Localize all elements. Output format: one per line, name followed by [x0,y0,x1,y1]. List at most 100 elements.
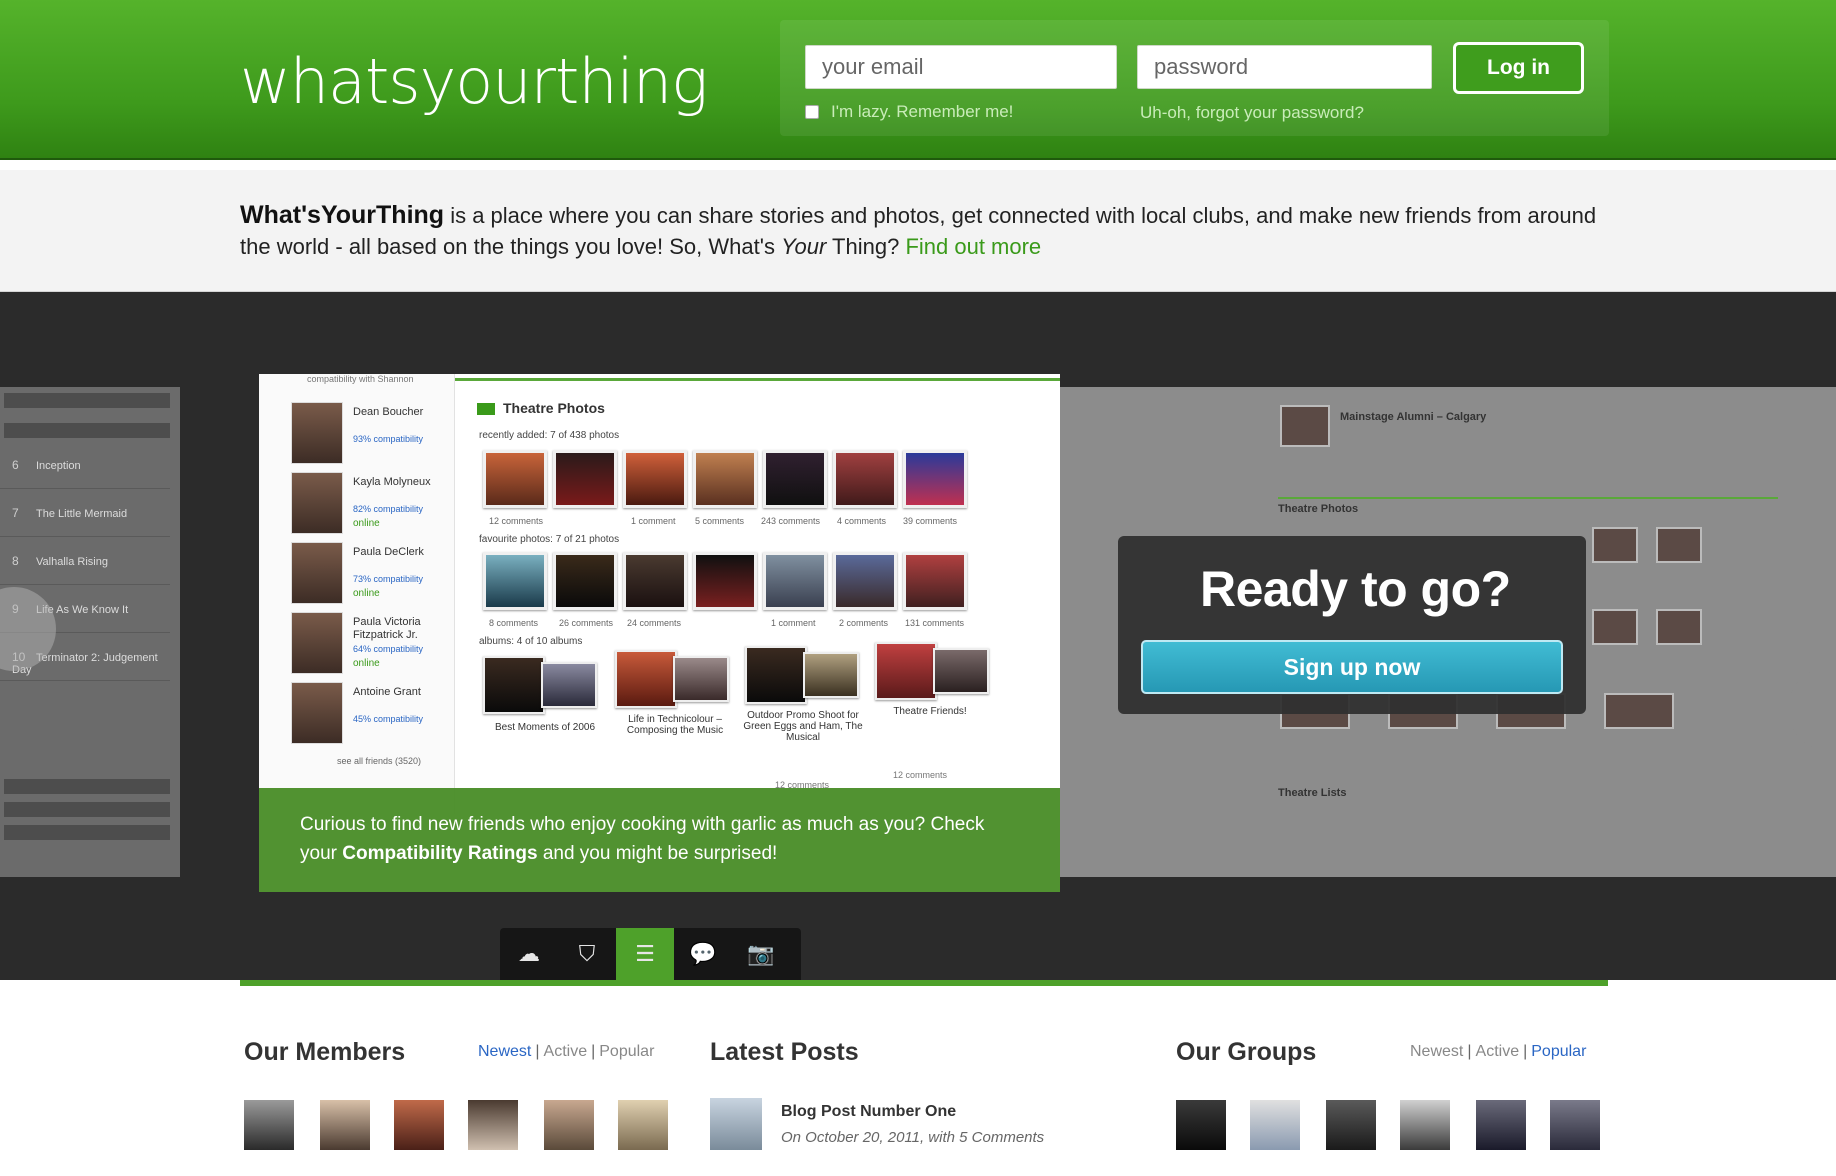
email-field[interactable]: your email [805,45,1117,89]
members-filter-active[interactable]: Active [544,1043,588,1060]
photo-caption: 4 comments [837,516,887,526]
member-avatar[interactable] [394,1100,444,1150]
photo-thumb[interactable] [623,450,687,508]
slide-caption: Curious to find new friends who enjoy co… [259,788,1060,892]
photo-thumb[interactable] [553,450,617,508]
photo-caption: 5 comments [695,516,745,526]
photo-thumb[interactable] [763,552,827,610]
photo-thumb[interactable] [623,552,687,610]
avatar [291,542,343,604]
photo-thumb[interactable] [483,450,547,508]
group-thumb[interactable] [1176,1100,1226,1150]
photo-thumb[interactable] [903,552,967,610]
post-title[interactable]: Blog Post Number One [781,1103,956,1121]
groups-filter-newest[interactable]: Newest [1410,1043,1463,1060]
forgot-password-link[interactable]: Uh-oh, forgot your password? [1140,103,1364,123]
sign-up-button[interactable]: Sign up now [1141,640,1563,694]
friend-item[interactable]: Paula DeClerk 73% compatibility online [291,542,451,610]
album-item[interactable] [875,642,995,700]
members-filter-popular[interactable]: Popular [599,1043,654,1060]
remember-checkbox[interactable] [805,105,819,119]
find-out-more-link[interactable]: Find out more [905,234,1041,259]
logo[interactable]: whatsyourthing [240,42,708,122]
photo-thumb[interactable] [833,450,897,508]
friend-compat: 45% compatibility [353,714,424,724]
bg-bar [4,802,170,817]
see-all-friends-link[interactable]: see all friends (3520) [337,756,421,766]
photo-thumb[interactable] [833,552,897,610]
camera-icon[interactable]: 📷 [732,928,790,980]
login-button[interactable]: Log in [1453,42,1584,94]
photo-thumb[interactable] [693,450,757,508]
member-avatar[interactable] [618,1100,668,1150]
intro-text-em: Your [781,234,827,259]
posts-title: Latest Posts [710,1038,859,1066]
shield-icon[interactable]: ⛉ [558,928,616,980]
photo-caption: 1 comment [631,516,676,526]
password-field[interactable]: password [1137,45,1432,89]
section-title: Theatre Photos [477,400,605,416]
friend-online: online [353,658,380,669]
intro-brand: What'sYourThing [240,201,445,229]
photo-thumb[interactable] [903,450,967,508]
photo-caption: 39 comments [903,516,958,526]
photo-caption: 243 comments [761,516,821,526]
album-photo [875,642,937,700]
caption-text: Curious to find new friends who enjoy co… [300,814,985,864]
photo-caption: 24 comments [627,618,682,628]
list-item: 6 Inception [0,442,170,489]
bg-lists-title: Theatre Lists [1278,787,1347,799]
albums-label: albums: 4 of 10 albums [479,636,583,647]
green-divider [240,980,1608,986]
friend-item[interactable]: Kayla Molyneux 82% compatibility online [291,472,451,540]
remember-me[interactable]: I'm lazy. Remember me! [805,102,1013,122]
album-item[interactable] [483,656,603,714]
groups-filter-active[interactable]: Active [1476,1043,1520,1060]
ready-to-go-panel: Ready to go? Sign up now [1118,536,1586,714]
section-divider [455,378,1060,381]
login-panel: your email password Log in I'm lazy. Rem… [780,20,1609,136]
album-photo [615,650,677,708]
list-icon[interactable]: ☰ [616,928,674,980]
intro-text: What'sYourThing is a place where you can… [240,200,1620,262]
friend-item[interactable]: Dean Boucher 93% compatibility [291,402,451,470]
photo-thumb[interactable] [553,552,617,610]
member-avatar[interactable] [244,1100,294,1150]
album-title: Best Moments of 2006 [494,722,596,733]
friend-compat: 93% compatibility [353,434,424,444]
album-item[interactable] [615,650,735,708]
group-thumb[interactable] [1400,1100,1450,1150]
group-thumb[interactable] [1550,1100,1600,1150]
group-thumb[interactable] [1250,1100,1300,1150]
photo-thumb[interactable] [693,552,757,610]
groups-filter-popular[interactable]: Popular [1531,1043,1586,1060]
photo-thumb[interactable] [483,552,547,610]
groups-title: Our Groups [1176,1038,1317,1066]
theatre-photos-panel: Theatre Photos recently added: 7 of 438 … [455,374,1060,814]
remember-label: I'm lazy. Remember me! [831,102,1014,121]
member-avatar[interactable] [544,1100,594,1150]
cloud-icon[interactable]: ☁ [500,928,558,980]
bg-bar [4,825,170,840]
group-thumb[interactable] [1476,1100,1526,1150]
photo-thumb[interactable] [763,450,827,508]
next-arrow-icon[interactable] [1788,667,1836,751]
friend-item[interactable]: Antoine Grant 45% compatibility [291,682,451,750]
members-title: Our Members [244,1038,406,1066]
photo-caption: 26 comments [559,618,614,628]
speech-bubble-icon[interactable]: 💬 [674,928,732,980]
friend-name: Kayla Molyneux [353,476,431,488]
member-avatar[interactable] [320,1100,370,1150]
compat-link[interactable]: compatibility with Shannon [307,374,414,384]
previous-slide-preview[interactable]: 6 Inception 7 The Little Mermaid 8 Valhalla… [0,387,180,877]
friend-item[interactable]: Paula Victoria Fitzpatrick Jr. 64% compa… [291,612,451,680]
bg-divider [1278,497,1778,499]
post-thumbnail[interactable] [710,1098,762,1150]
bg-photo [1592,527,1638,563]
album-title: Life in Technicolour – Composing the Mus… [626,714,724,736]
members-filter-newest[interactable]: Newest [478,1043,531,1060]
avatar [291,472,343,534]
album-item[interactable] [745,646,865,704]
member-avatar[interactable] [468,1100,518,1150]
group-thumb[interactable] [1326,1100,1376,1150]
